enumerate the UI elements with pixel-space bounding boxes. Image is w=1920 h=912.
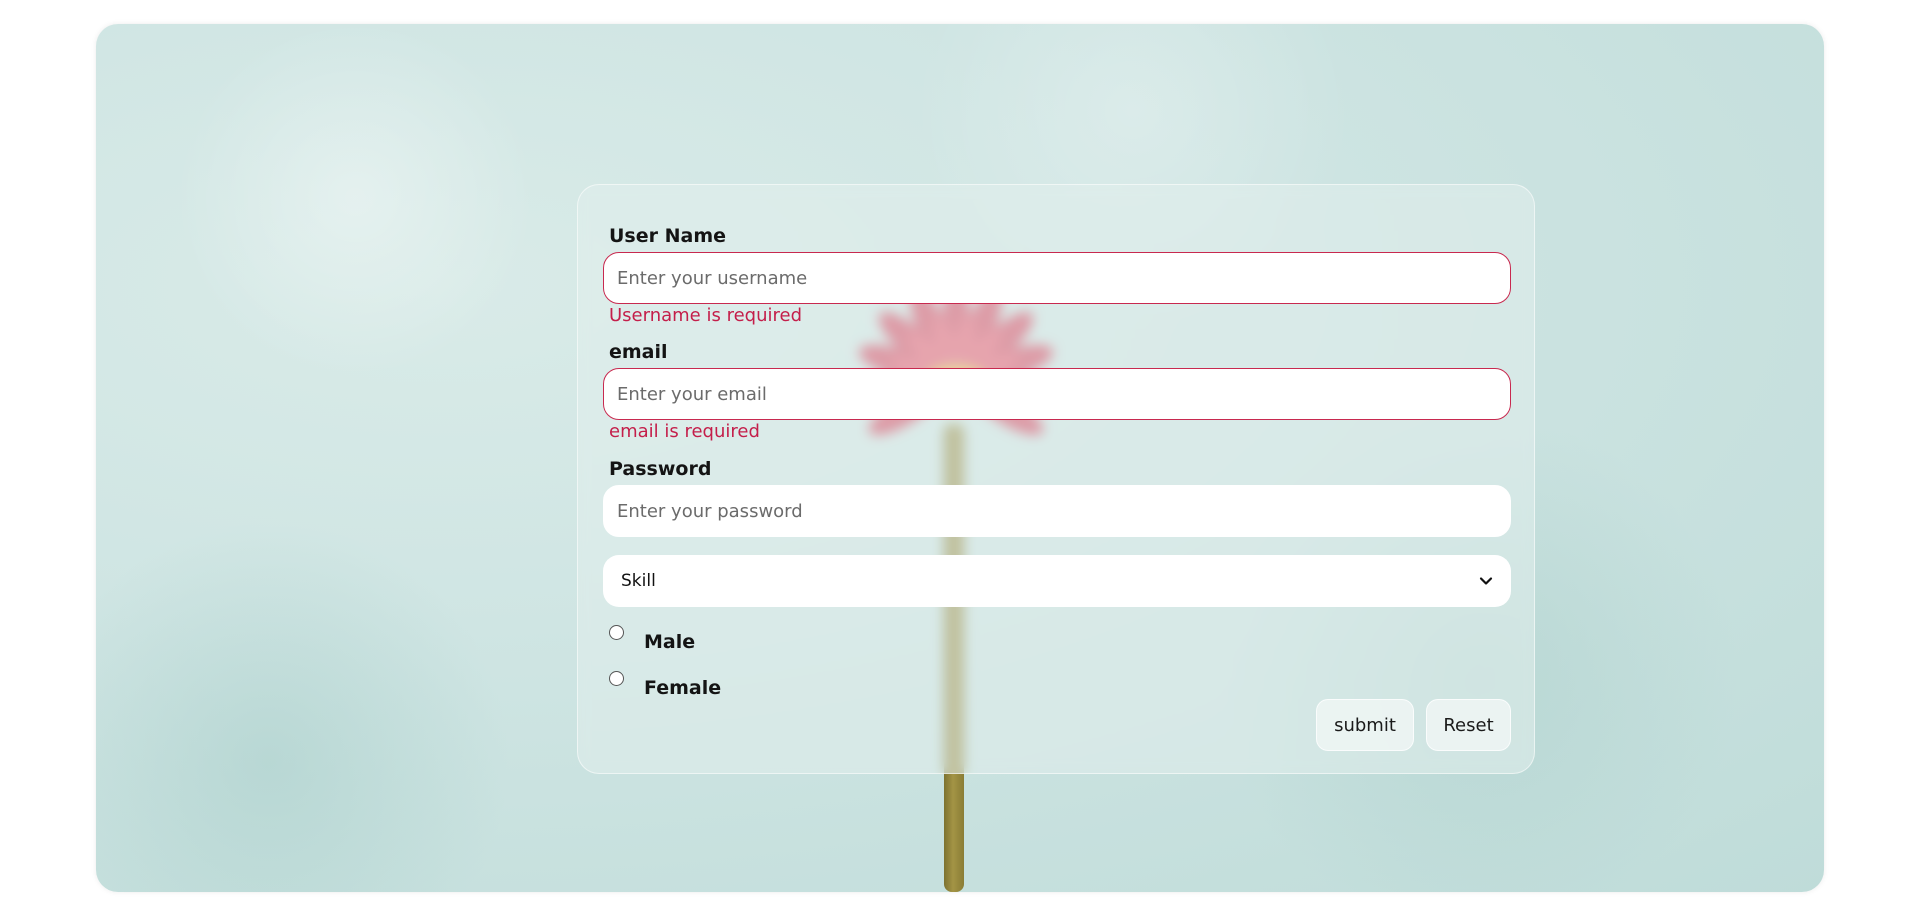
email-error: email is required	[609, 421, 760, 442]
skill-select-value: Skill	[621, 571, 656, 591]
female-radio[interactable]	[609, 671, 624, 686]
email-input[interactable]	[603, 368, 1511, 420]
reset-button[interactable]: Reset	[1426, 699, 1511, 751]
submit-button[interactable]: submit	[1316, 699, 1414, 751]
password-input[interactable]	[603, 485, 1511, 537]
gender-option-male: Male	[609, 625, 695, 653]
form-card: User Name Username is required email ema…	[577, 184, 1535, 774]
password-label: Password	[609, 458, 712, 480]
email-label: email	[609, 341, 668, 363]
skill-select[interactable]: Skill	[603, 555, 1511, 607]
chevron-down-icon	[1479, 577, 1493, 585]
male-radio[interactable]	[609, 625, 624, 640]
username-input[interactable]	[603, 252, 1511, 304]
gender-option-female: Female	[609, 671, 721, 699]
background-frame: User Name Username is required email ema…	[96, 24, 1824, 892]
female-radio-label[interactable]: Female	[644, 677, 721, 699]
username-error: Username is required	[609, 305, 802, 326]
username-label: User Name	[609, 225, 727, 247]
male-radio-label[interactable]: Male	[644, 631, 695, 653]
